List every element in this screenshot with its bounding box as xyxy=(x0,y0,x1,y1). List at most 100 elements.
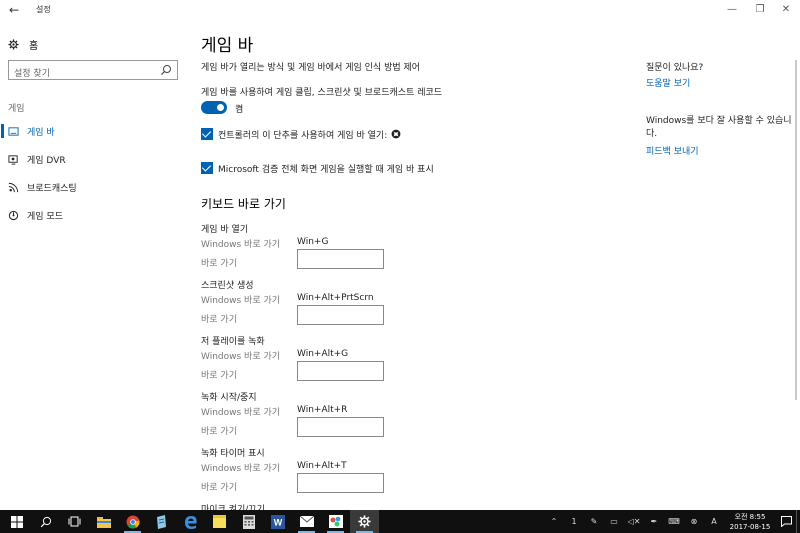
mail-icon xyxy=(299,516,314,527)
custom-shortcut-label: 바로 가기 xyxy=(201,371,237,381)
help-question: 질문이 있나요? xyxy=(646,63,704,73)
sidebar-item-game-bar[interactable]: 게임 바 xyxy=(0,120,190,142)
custom-shortcut-input[interactable] xyxy=(297,417,384,437)
sidebar-item-broadcasting[interactable]: 브로드캐스팅 xyxy=(0,176,190,198)
tray-badge[interactable]: 1 xyxy=(564,510,584,533)
action-center-button[interactable] xyxy=(776,510,796,533)
start-icon xyxy=(10,515,23,528)
shortcut-name: 녹화 타이머 표시 xyxy=(201,449,265,459)
paint-button[interactable] xyxy=(321,510,350,533)
windows-shortcut-label: Windows 바로 가기 xyxy=(201,464,281,474)
sidebar-item-label: 게임 바 xyxy=(27,127,55,138)
fullscreen-checkbox-row[interactable]: Microsoft 검증 전체 화면 게임을 실행할 때 게임 바 표시 xyxy=(201,161,434,175)
network-icon[interactable]: ▭ xyxy=(604,510,624,533)
sidebar-item-game-dvr[interactable]: 게임 DVR xyxy=(0,148,190,170)
chrome-button[interactable] xyxy=(118,510,147,533)
fullscreen-checkbox[interactable] xyxy=(201,162,213,174)
controller-checkbox-label: 컨트롤러의 이 단추를 사용하여 게임 바 열기: xyxy=(218,130,388,141)
close-icon[interactable]: ✕ xyxy=(778,2,794,18)
notepad-button[interactable] xyxy=(147,510,176,533)
game-bar-icon xyxy=(8,126,19,136)
custom-shortcut-input[interactable] xyxy=(297,249,384,269)
edge-button[interactable] xyxy=(176,510,205,533)
shortcut-group: 마이크 켜기/끄기 xyxy=(201,502,501,510)
settings-search-input[interactable] xyxy=(9,65,154,83)
sidebar-item-label: 게임 모드 xyxy=(27,211,63,222)
sticky-notes-button[interactable] xyxy=(205,510,234,533)
calculator-button[interactable] xyxy=(234,510,263,533)
language-icon[interactable]: ⊗ xyxy=(684,510,704,533)
windows-shortcut-value: Win+Alt+R xyxy=(297,405,348,415)
section-label: 게임 xyxy=(8,104,25,114)
input-mode-icon[interactable]: A xyxy=(704,510,724,533)
windows-shortcut-value: Win+G xyxy=(297,237,329,247)
minimize-icon[interactable]: — xyxy=(724,2,740,18)
tray-chevron-up-icon[interactable]: ⌃ xyxy=(544,510,564,533)
gear-icon xyxy=(8,38,19,50)
maximize-icon[interactable]: ❐ xyxy=(752,2,768,18)
controller-checkbox-row[interactable]: 컨트롤러의 이 단추를 사용하여 게임 바 열기: xyxy=(201,127,401,141)
keyboard-icon[interactable]: ⌨ xyxy=(664,510,684,533)
shortcut-group: 녹화 시작/중지 Windows 바로 가기 Win+Alt+R 바로 가기 xyxy=(201,390,501,446)
show-desktop-button[interactable] xyxy=(796,510,800,533)
svg-text:W: W xyxy=(273,517,282,527)
toggle-state-text: 켬 xyxy=(235,105,244,115)
page-title: 게임 바 xyxy=(201,36,254,56)
indicator-spacer xyxy=(1,152,4,166)
shortcut-name: 녹화 시작/중지 xyxy=(201,393,257,403)
word-icon: W xyxy=(270,514,285,529)
custom-shortcut-label: 바로 가기 xyxy=(201,427,237,437)
custom-shortcut-label: 바로 가기 xyxy=(201,483,237,493)
active-indicator xyxy=(1,124,4,138)
fullscreen-checkbox-label: Microsoft 검증 전체 화면 게임을 실행할 때 게임 바 표시 xyxy=(218,164,434,175)
shortcut-group: 저 플레이를 녹화 Windows 바로 가기 Win+Alt+G 바로 가기 xyxy=(201,334,501,390)
taskbar-clock[interactable]: 오전 8:55 2017-08-15 xyxy=(724,512,776,532)
send-feedback-link[interactable]: 피드백 보내기 xyxy=(646,144,699,157)
windows-shortcut-label: Windows 바로 가기 xyxy=(201,352,281,362)
indicator-spacer xyxy=(1,180,4,194)
shortcut-name: 스크린샷 생성 xyxy=(201,281,254,291)
improve-windows-text: Windows를 보다 잘 사용할 수 있습니다. xyxy=(646,116,792,139)
shortcut-name: 저 플레이를 녹화 xyxy=(201,337,265,347)
mail-button[interactable] xyxy=(292,510,321,533)
controller-checkbox[interactable] xyxy=(201,128,213,140)
custom-shortcut-input[interactable] xyxy=(297,473,384,493)
word-button[interactable]: W xyxy=(263,510,292,533)
clock-time: 오전 8:55 xyxy=(734,512,766,521)
windows-shortcut-label: Windows 바로 가기 xyxy=(201,408,281,418)
ime-icon[interactable]: ✎ xyxy=(584,510,604,533)
vertical-scrollbar[interactable] xyxy=(795,60,797,400)
system-tray: ⌃ 1 ✎ ▭ ◁✕ ✒ ⌨ ⊗ A 오전 8:55 2017-08-15 xyxy=(544,510,800,533)
settings-search-box[interactable] xyxy=(8,60,178,83)
pen-workspace-icon[interactable]: ✒ xyxy=(644,510,664,533)
edge-icon xyxy=(184,515,197,529)
windows-shortcut-value: Win+Alt+T xyxy=(297,461,347,471)
clock-date: 2017-08-15 xyxy=(729,522,771,531)
home-label: 홈 xyxy=(29,40,39,52)
custom-shortcut-input[interactable] xyxy=(297,361,384,381)
start-button[interactable] xyxy=(2,510,31,533)
shortcut-name: 게임 바 열기 xyxy=(201,225,249,235)
custom-shortcut-input[interactable] xyxy=(297,305,384,325)
get-help-link[interactable]: 도움말 보기 xyxy=(646,76,690,89)
shortcut-name: 마이크 켜기/끄기 xyxy=(201,505,265,510)
record-toggle-switch[interactable] xyxy=(201,101,227,114)
file-explorer-button[interactable] xyxy=(89,510,118,533)
volume-mute-icon[interactable]: ◁✕ xyxy=(624,510,644,533)
home-nav-item[interactable]: 홈 xyxy=(8,37,39,52)
taskbar-search-button[interactable] xyxy=(31,510,60,533)
back-arrow-icon[interactable]: ← xyxy=(6,2,22,18)
page-description: 게임 바가 열리는 방식 및 게임 바에서 게임 인식 방법 제어 xyxy=(201,63,421,73)
sidebar: 홈 게임 게임 바 게임 DVR 브로드캐스팅 게임 모드 xyxy=(0,20,190,510)
search-icon[interactable] xyxy=(160,64,172,76)
sidebar-item-label: 게임 DVR xyxy=(27,155,66,166)
custom-shortcut-label: 바로 가기 xyxy=(201,259,237,269)
sidebar-item-label: 브로드캐스팅 xyxy=(27,183,77,194)
taskbar: W ⌃ 1 ✎ ▭ ◁✕ ✒ ⌨ ⊗ A 오전 8:55 2017-08-15 xyxy=(0,510,800,533)
sidebar-item-game-mode[interactable]: 게임 모드 xyxy=(0,204,190,226)
file-explorer-icon xyxy=(96,516,111,528)
task-view-button[interactable] xyxy=(60,510,89,533)
chrome-icon xyxy=(126,515,140,528)
settings-button[interactable] xyxy=(350,510,379,533)
sticky-notes-icon xyxy=(213,515,226,528)
